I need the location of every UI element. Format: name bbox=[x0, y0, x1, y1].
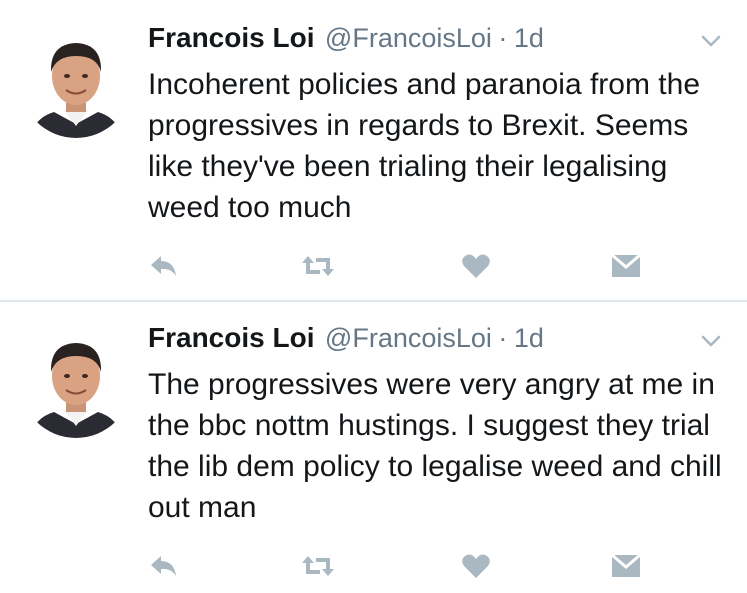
separator-dot: · bbox=[498, 323, 508, 353]
direct-message-icon[interactable] bbox=[608, 550, 644, 582]
timestamp[interactable]: 1d bbox=[514, 323, 544, 353]
separator-dot: · bbox=[498, 23, 508, 53]
reply-icon[interactable] bbox=[146, 550, 182, 582]
like-icon[interactable] bbox=[458, 550, 494, 582]
direct-message-icon[interactable] bbox=[608, 250, 644, 282]
tweet-text: Incoherent policies and paranoia from th… bbox=[148, 68, 701, 224]
reply-icon[interactable] bbox=[146, 250, 182, 282]
author-name[interactable]: Francois Loi bbox=[148, 22, 314, 53]
chevron-down-icon[interactable] bbox=[701, 34, 721, 48]
tweet-header: Francois Loi @FrancoisLoi · 1d bbox=[148, 22, 544, 60]
retweet-icon[interactable] bbox=[300, 250, 336, 282]
chevron-down-icon[interactable] bbox=[701, 334, 721, 348]
tweet-text: The progressives were very angry at me i… bbox=[148, 368, 722, 524]
timestamp[interactable]: 1d bbox=[514, 23, 544, 53]
author-handle[interactable]: @FrancoisLoi bbox=[325, 323, 492, 353]
author-name[interactable]: Francois Loi bbox=[148, 322, 314, 353]
tweet[interactable]: Francois Loi @FrancoisLoi · 1d The progr… bbox=[0, 300, 747, 593]
tweet-actions bbox=[0, 250, 747, 282]
like-icon[interactable] bbox=[458, 250, 494, 282]
avatar[interactable] bbox=[20, 26, 132, 138]
tweet-header: Francois Loi @FrancoisLoi · 1d bbox=[148, 322, 544, 360]
tweet-actions bbox=[0, 550, 747, 582]
tweet[interactable]: Francois Loi @FrancoisLoi · 1d Incoheren… bbox=[0, 0, 747, 300]
avatar[interactable] bbox=[20, 326, 132, 438]
author-handle[interactable]: @FrancoisLoi bbox=[325, 23, 492, 53]
retweet-icon[interactable] bbox=[300, 550, 336, 582]
